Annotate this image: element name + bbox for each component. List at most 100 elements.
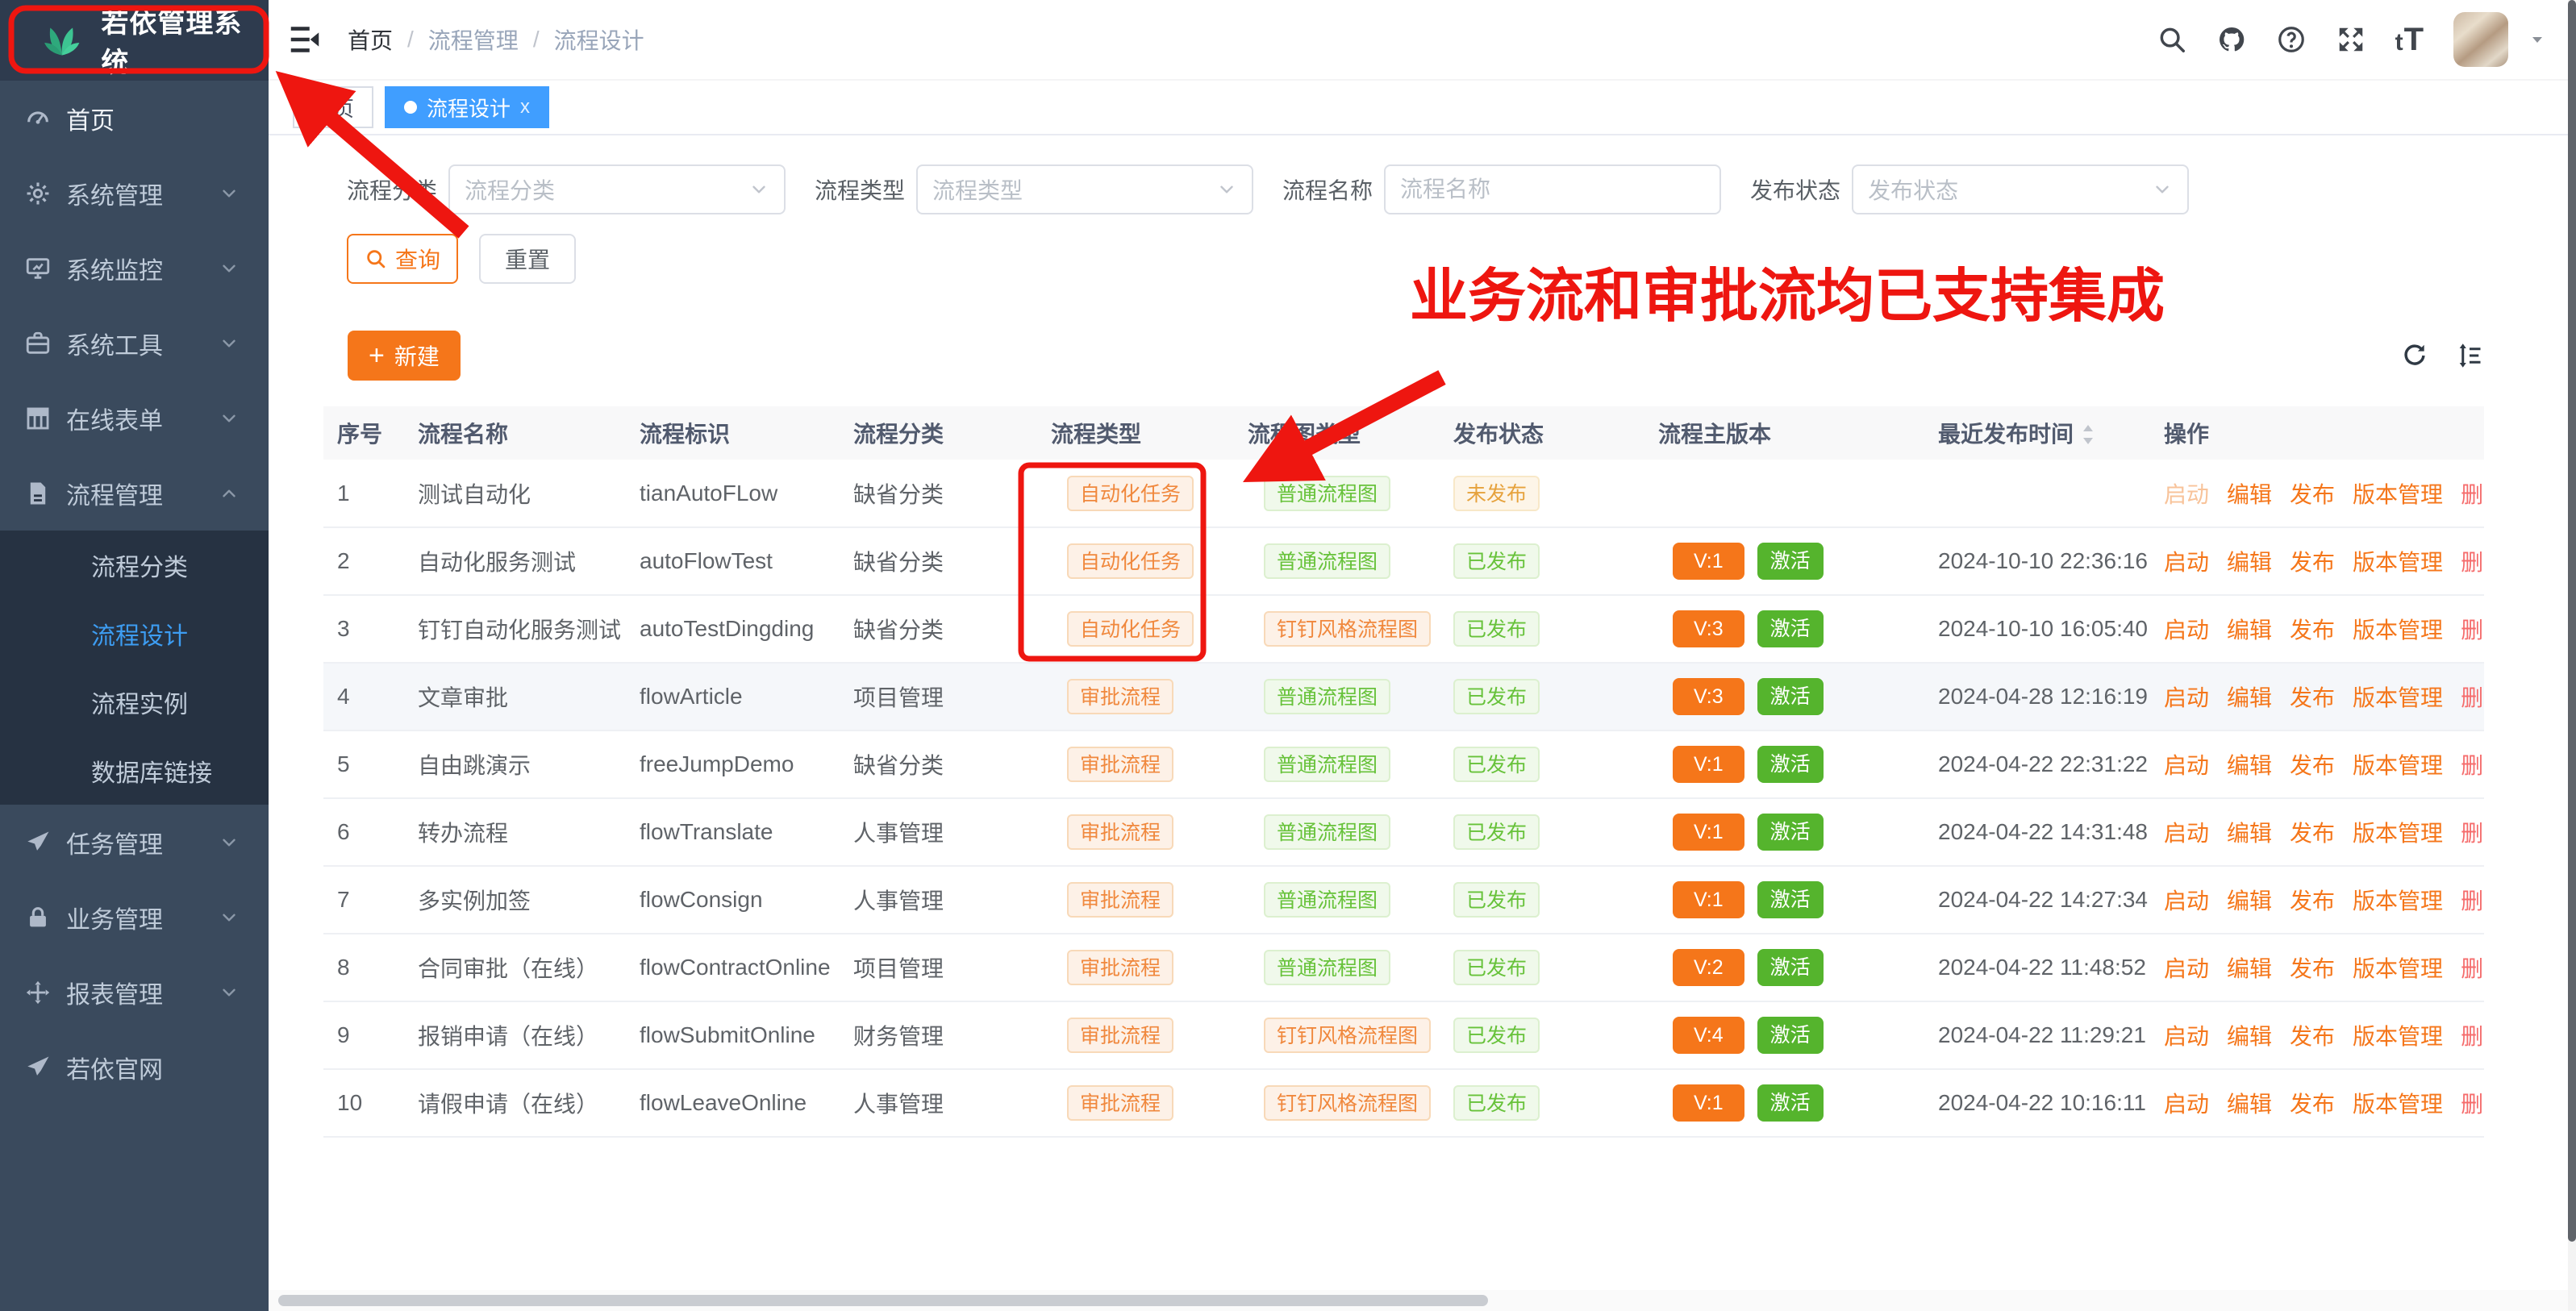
search-icon[interactable] [2157, 24, 2187, 55]
cell-category: 人事管理 [840, 798, 1037, 866]
action-link-4[interactable]: 删除 [2461, 477, 2484, 510]
action-link-4[interactable]: 删除 [2461, 748, 2484, 780]
action-link-1[interactable]: 编辑 [2227, 748, 2272, 780]
sidebar-item-6[interactable]: 任务管理 [0, 805, 269, 880]
status-badge: 未发布 [1453, 476, 1540, 511]
breadcrumb-item-2[interactable]: 流程设计 [554, 23, 644, 56]
action-link-1[interactable]: 编辑 [2227, 1087, 2272, 1119]
action-link-2[interactable]: 发布 [2290, 680, 2335, 713]
action-link-2[interactable]: 发布 [2290, 951, 2335, 984]
action-link-2[interactable]: 发布 [2290, 545, 2335, 577]
breadcrumb-item-0[interactable]: 首页 [348, 23, 393, 56]
action-link-3[interactable]: 版本管理 [2353, 884, 2443, 916]
sidebar-subitem-5-1[interactable]: 流程设计 [0, 599, 269, 668]
sidebar-item-9[interactable]: 若依官网 [0, 1030, 269, 1105]
action-link-1[interactable]: 编辑 [2227, 613, 2272, 645]
sidebar-item-1[interactable]: 系统管理 [0, 156, 269, 231]
breadcrumb-item-1[interactable]: 流程管理 [428, 23, 519, 56]
action-link-3[interactable]: 版本管理 [2353, 816, 2443, 848]
action-link-2[interactable]: 发布 [2290, 613, 2335, 645]
action-link-0[interactable]: 启动 [2164, 545, 2209, 577]
vertical-scrollbar[interactable] [2568, 0, 2576, 1311]
vertical-scrollbar-thumb[interactable] [2568, 0, 2576, 1242]
action-link-2[interactable]: 发布 [2290, 1019, 2335, 1051]
avatar[interactable] [2453, 12, 2508, 67]
tab-process-design[interactable]: 流程设计 x [385, 86, 549, 128]
filter-select-0[interactable]: 流程分类 [448, 164, 786, 214]
action-link-3[interactable]: 版本管理 [2353, 748, 2443, 780]
horizontal-scrollbar-thumb[interactable] [278, 1295, 1488, 1306]
action-link-4[interactable]: 删除 [2461, 816, 2484, 848]
sort-icon[interactable] [2080, 424, 2096, 445]
action-link-0[interactable]: 启动 [2164, 884, 2209, 916]
action-link-1[interactable]: 编辑 [2227, 884, 2272, 916]
sidebar-item-2[interactable]: 系统监控 [0, 231, 269, 306]
action-link-2[interactable]: 发布 [2290, 884, 2335, 916]
column-header-8[interactable]: 最近发布时间 [1924, 406, 2150, 460]
action-link-4[interactable]: 删除 [2461, 613, 2484, 645]
create-button[interactable]: + 新建 [348, 331, 461, 381]
action-link-2[interactable]: 发布 [2290, 748, 2335, 780]
action-link-3[interactable]: 版本管理 [2353, 545, 2443, 577]
action-link-1[interactable]: 编辑 [2227, 477, 2272, 510]
sidebar-subitem-5-3[interactable]: 数据库链接 [0, 736, 269, 805]
action-link-1[interactable]: 编辑 [2227, 816, 2272, 848]
action-link-1[interactable]: 编辑 [2227, 951, 2272, 984]
collapse-menu-icon[interactable] [286, 21, 323, 58]
action-link-4[interactable]: 删除 [2461, 545, 2484, 577]
action-link-3[interactable]: 版本管理 [2353, 477, 2443, 510]
action-link-0[interactable]: 启动 [2164, 680, 2209, 713]
caret-down-icon[interactable] [2528, 30, 2547, 49]
action-link-4[interactable]: 删除 [2461, 680, 2484, 713]
filter-input-2[interactable] [1384, 164, 1721, 214]
action-link-3[interactable]: 版本管理 [2353, 951, 2443, 984]
action-link-0[interactable]: 启动 [2164, 816, 2209, 848]
filter-select-3[interactable]: 发布状态 [1852, 164, 2189, 214]
sidebar-subitem-5-2[interactable]: 流程实例 [0, 668, 269, 736]
send-icon [24, 829, 52, 856]
cell-diagram: 普通流程图 [1234, 460, 1440, 527]
sidebar-item-0[interactable]: 首页 [0, 81, 269, 156]
action-link-1[interactable]: 编辑 [2227, 1019, 2272, 1051]
reset-button[interactable]: 重置 [479, 234, 576, 284]
action-link-3[interactable]: 版本管理 [2353, 1087, 2443, 1119]
sidebar-item-3[interactable]: 系统工具 [0, 306, 269, 381]
horizontal-scrollbar[interactable] [269, 1290, 2568, 1311]
tab-close-icon[interactable]: x [520, 96, 530, 119]
sidebar-item-5[interactable]: 流程管理 [0, 456, 269, 531]
sidebar-item-8[interactable]: 报表管理 [0, 955, 269, 1030]
action-link-4[interactable]: 删除 [2461, 1087, 2484, 1119]
action-link-2[interactable]: 发布 [2290, 816, 2335, 848]
action-link-0[interactable]: 启动 [2164, 1019, 2209, 1051]
action-link-0[interactable]: 启动 [2164, 748, 2209, 780]
app-logo[interactable]: 若依管理系统 [0, 0, 269, 81]
action-link-0[interactable]: 启动 [2164, 951, 2209, 984]
action-link-2[interactable]: 发布 [2290, 477, 2335, 510]
fullscreen-icon[interactable] [2336, 24, 2366, 55]
action-link-4[interactable]: 删除 [2461, 884, 2484, 916]
action-link-1[interactable]: 编辑 [2227, 545, 2272, 577]
sidebar-subitem-5-0[interactable]: 流程分类 [0, 531, 269, 599]
filter-buttons: 查询 重置 [347, 234, 2484, 284]
sidebar-item-7[interactable]: 业务管理 [0, 880, 269, 955]
sidebar-item-4[interactable]: 在线表单 [0, 381, 269, 456]
action-link-0[interactable]: 启动 [2164, 477, 2209, 510]
refresh-icon[interactable] [2400, 341, 2429, 370]
font-size-icon[interactable]: tT [2395, 22, 2424, 58]
diagram-type-badge: 钉钉风格流程图 [1264, 1085, 1431, 1121]
help-icon[interactable] [2276, 24, 2307, 55]
action-link-0[interactable]: 启动 [2164, 1087, 2209, 1119]
action-link-4[interactable]: 删除 [2461, 1019, 2484, 1051]
action-link-2[interactable]: 发布 [2290, 1087, 2335, 1119]
action-link-0[interactable]: 启动 [2164, 613, 2209, 645]
tab-home[interactable]: 首页 [293, 86, 373, 128]
query-button[interactable]: 查询 [347, 234, 458, 284]
action-link-3[interactable]: 版本管理 [2353, 613, 2443, 645]
action-link-3[interactable]: 版本管理 [2353, 680, 2443, 713]
action-link-4[interactable]: 删除 [2461, 951, 2484, 984]
github-icon[interactable] [2216, 24, 2247, 55]
filter-select-1[interactable]: 流程类型 [916, 164, 1253, 214]
action-link-1[interactable]: 编辑 [2227, 680, 2272, 713]
density-icon[interactable] [2455, 341, 2484, 370]
action-link-3[interactable]: 版本管理 [2353, 1019, 2443, 1051]
